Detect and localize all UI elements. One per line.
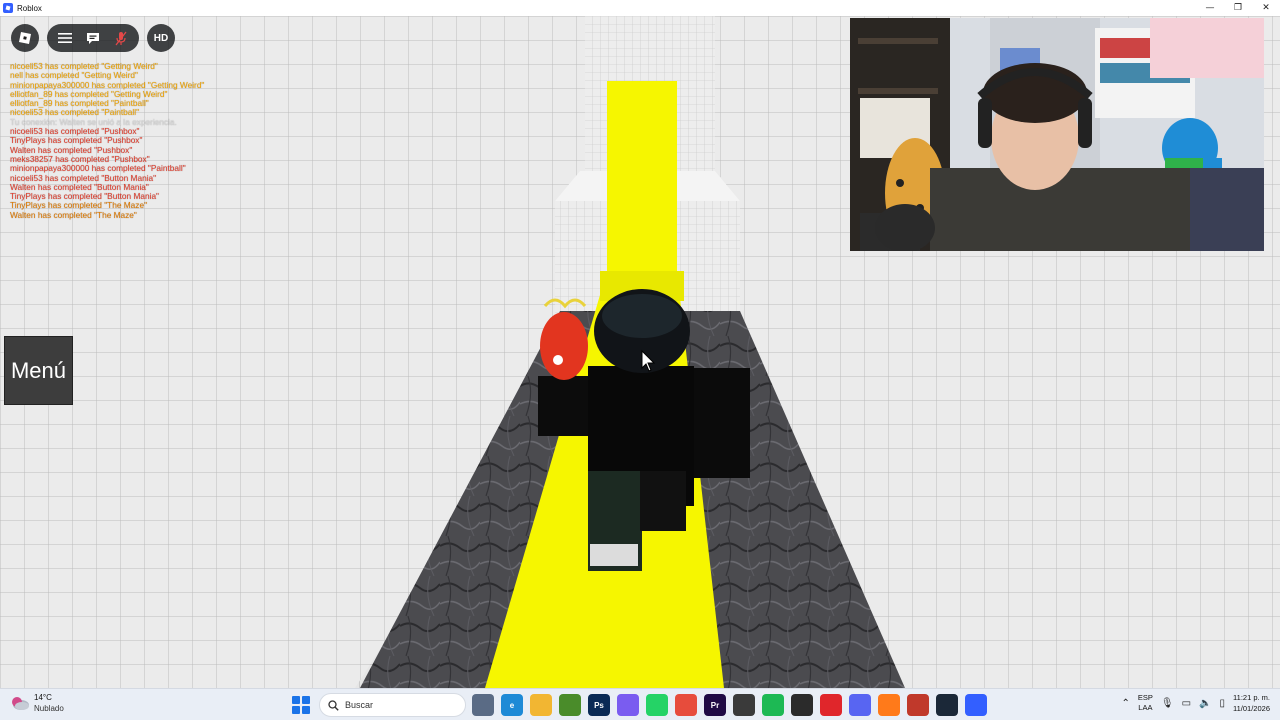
battery-icon[interactable]: ▯ [1220,698,1226,709]
mixer-app-icon[interactable] [907,694,929,716]
store-icon[interactable] [733,694,755,716]
game-viewport[interactable]: HD nicoeli53 has completed "Getting Weir… [0,16,1280,688]
hd-toggle-button[interactable]: HD [147,24,175,52]
spotify-icon[interactable] [762,694,784,716]
maximize-button[interactable]: ❐ [1224,0,1252,16]
whatsapp-icon[interactable] [646,694,668,716]
premiere-icon[interactable]: Pr [704,694,726,716]
weather-widget[interactable]: 14°C Nublado [10,692,64,714]
roblox-controls-group [47,24,139,52]
roblox-app-icon [3,3,13,13]
input-language[interactable]: ESP LAA [1138,693,1153,713]
file-explorer-icon[interactable] [530,694,552,716]
pinned-apps: e Ps Pr [472,694,987,716]
clock-date: 11/01/2026 [1233,704,1270,713]
roblox-top-bar: HD [11,24,175,52]
chevron-up-icon[interactable]: ⌃ [1121,698,1129,709]
network-icon[interactable]: ▭ [1182,698,1191,709]
windows-taskbar: 14°C Nublado e Ps Pr ⌃ ESP LAA 🎙 ▭ 🔈 ▯ 11:… [0,688,1280,720]
window-title: Roblox [17,3,42,13]
chat-message: Walten has completed "The Maze" [10,209,137,220]
chrome-icon[interactable] [675,694,697,716]
edge-icon[interactable]: e [501,694,523,716]
photoshop-icon[interactable]: Ps [588,694,610,716]
firefox-icon[interactable] [878,694,900,716]
volume-icon[interactable]: 🔈 [1199,698,1211,709]
chat-log: nicoeli53 has completed "Getting Weird" n… [10,61,310,220]
steam-icon[interactable] [936,694,958,716]
system-tray: ⌃ ESP LAA 🎙 ▭ 🔈 ▯ 11:21 p. m. 11/01/2026 [1121,692,1270,714]
discord-icon[interactable] [849,694,871,716]
webcam-overlay [850,18,1264,251]
keyboard-layout: LAA [1138,703,1153,712]
streamer-camera-image [850,18,1264,251]
start-button[interactable] [292,696,310,714]
menu-button[interactable]: Menú [4,336,73,405]
windows-logo-icon [292,696,300,704]
hamburger-menu-icon[interactable] [53,26,77,50]
cloudy-weather-icon [12,697,29,710]
title-bar: Roblox — ❐ ✕ [0,0,1280,16]
search-input[interactable] [345,700,455,710]
roblox-logo-icon [19,32,31,44]
roblox-menu-button[interactable] [11,24,39,52]
clock[interactable]: 11:21 p. m. 11/01/2026 [1233,692,1270,714]
search-icon [328,699,339,711]
roblox-icon[interactable] [965,694,987,716]
microphone-icon[interactable]: 🎙 [1161,698,1174,709]
window-controls: — ❐ ✕ [1196,0,1280,16]
minimize-button[interactable]: — [1196,0,1224,16]
language-code: ESP [1137,693,1153,702]
taskbar-search[interactable] [319,693,466,717]
clock-time: 11:21 p. m. [1233,693,1270,702]
weather-condition: Nublado [34,704,64,713]
weather-temperature: 14°C [34,693,52,702]
task-view-icon[interactable] [472,694,494,716]
muted-microphone-icon[interactable] [109,26,133,50]
close-button[interactable]: ✕ [1252,0,1280,16]
opera-icon[interactable] [820,694,842,716]
roblox-window: Roblox — ❐ ✕ HD nicoeli53 has completed … [0,0,1280,720]
chat-icon[interactable] [81,26,105,50]
obs-icon[interactable] [791,694,813,716]
copilot-icon[interactable] [617,694,639,716]
minecraft-icon[interactable] [559,694,581,716]
